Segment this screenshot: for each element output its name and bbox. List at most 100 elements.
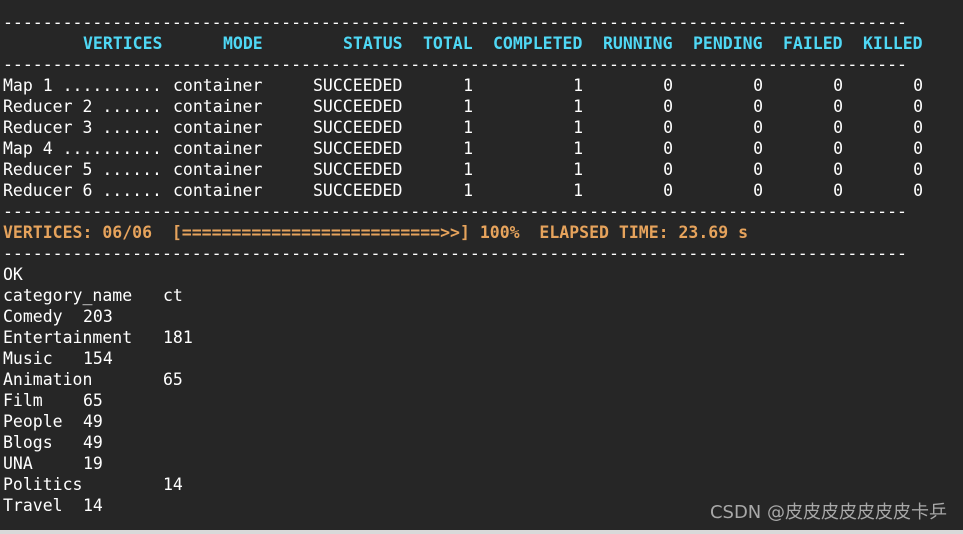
result-category: Film <box>3 391 43 410</box>
cell-failed: 0 <box>833 160 843 179</box>
cell-mode: container <box>173 97 263 116</box>
cell-completed: 1 <box>573 118 583 137</box>
vertex-row: Map 1 .......... container SUCCEEDED 1 1 0 0 0 0 <box>3 75 963 96</box>
result-row: Music 154 <box>3 348 963 369</box>
result-category: Comedy <box>3 307 63 326</box>
vertex-row: Reducer 3 ...... container SUCCEEDED 1 1 0 0 0 0 <box>3 117 963 138</box>
header-running: RUNNING <box>603 34 673 53</box>
cell-failed: 0 <box>833 76 843 95</box>
csdn-watermark: CSDN @皮皮皮皮皮皮皮卡乒 <box>709 502 947 523</box>
cell-mode: container <box>173 118 263 137</box>
result-row: Comedy 203 <box>3 306 963 327</box>
result-row: Entertainment 181 <box>3 327 963 348</box>
vertex-row: Reducer 2 ...... container SUCCEEDED 1 1 0 0 0 0 <box>3 96 963 117</box>
result-count: 154 <box>83 349 113 368</box>
cell-status: SUCCEEDED <box>313 76 403 95</box>
result-category: Animation <box>3 370 93 389</box>
cell-completed: 1 <box>573 139 583 158</box>
ok-status: OK <box>3 265 23 284</box>
separator-line: ----------------------------------------… <box>3 13 907 32</box>
cell-pending: 0 <box>753 76 763 95</box>
result-count: 65 <box>83 391 103 410</box>
cell-total: 1 <box>463 160 473 179</box>
result-row: Animation 65 <box>3 369 963 390</box>
result-row: Politics 14 <box>3 474 963 495</box>
header-status: STATUS <box>343 34 403 53</box>
result-category: Music <box>3 349 53 368</box>
cell-pending: 0 <box>753 97 763 116</box>
vertex-row: Reducer 6 ...... container SUCCEEDED 1 1 0 0 0 0 <box>3 180 963 201</box>
cell-running: 0 <box>663 76 673 95</box>
result-category: Entertainment <box>3 328 133 347</box>
cell-mode: container <box>173 160 263 179</box>
cell-total: 1 <box>463 181 473 200</box>
cell-mode: container <box>173 76 263 95</box>
header-mode: MODE <box>223 34 263 53</box>
cell-total: 1 <box>463 139 473 158</box>
cell-failed: 0 <box>833 181 843 200</box>
cell-running: 0 <box>663 139 673 158</box>
header-killed: KILLED <box>863 34 923 53</box>
cell-vertex: Reducer 3 ...... <box>3 118 162 137</box>
cell-killed: 0 <box>913 118 923 137</box>
cell-mode: container <box>173 139 263 158</box>
cell-killed: 0 <box>913 181 923 200</box>
cell-pending: 0 <box>753 139 763 158</box>
cell-status: SUCCEEDED <box>313 97 403 116</box>
cell-completed: 1 <box>573 160 583 179</box>
result-category: Blogs <box>3 433 53 452</box>
window-bottom-edge <box>0 530 963 534</box>
result-count: 49 <box>83 433 103 452</box>
cell-status: SUCCEEDED <box>313 139 403 158</box>
result-count: 19 <box>83 454 103 473</box>
progress-line: VERTICES: 06/06 [=======================… <box>3 223 749 242</box>
cell-running: 0 <box>663 97 673 116</box>
header-vertices: VERTICES <box>83 34 163 53</box>
result-count: 49 <box>83 412 103 431</box>
cell-total: 1 <box>463 118 473 137</box>
cell-running: 0 <box>663 160 673 179</box>
cell-pending: 0 <box>753 181 763 200</box>
cell-completed: 1 <box>573 76 583 95</box>
cell-vertex: Reducer 6 ...... <box>3 181 162 200</box>
result-row: Film 65 <box>3 390 963 411</box>
result-count: 203 <box>83 307 113 326</box>
result-row: Blogs 49 <box>3 432 963 453</box>
vertices-table-body: Map 1 .......... container SUCCEEDED 1 1 0 0 0 0… <box>3 75 963 201</box>
header-completed: COMPLETED <box>493 34 583 53</box>
cell-mode: container <box>173 181 263 200</box>
result-header-ct: ct <box>163 286 183 305</box>
vertices-table-header: VERTICES MODE STATUS TOTAL COMPLETED RUN… <box>3 33 963 54</box>
cell-killed: 0 <box>913 160 923 179</box>
cell-status: SUCCEEDED <box>313 160 403 179</box>
cell-pending: 0 <box>753 118 763 137</box>
result-header-name: category_name <box>3 286 133 305</box>
cell-killed: 0 <box>913 76 923 95</box>
header-pending: PENDING <box>693 34 763 53</box>
cell-completed: 1 <box>573 97 583 116</box>
vertex-row: Map 4 .......... container SUCCEEDED 1 1 0 0 0 0 <box>3 138 963 159</box>
cell-status: SUCCEEDED <box>313 181 403 200</box>
result-category: People <box>3 412 63 431</box>
separator-line: ----------------------------------------… <box>3 244 907 263</box>
header-failed: FAILED <box>783 34 843 53</box>
result-count: 181 <box>163 328 193 347</box>
header-total: TOTAL <box>423 34 473 53</box>
result-count: 14 <box>83 496 103 515</box>
result-row: UNA 19 <box>3 453 963 474</box>
cell-status: SUCCEEDED <box>313 118 403 137</box>
result-list: Comedy 203 Entertainment 181 Music 154 Animati… <box>3 306 963 516</box>
result-header: category_name ct <box>3 285 963 306</box>
cell-running: 0 <box>663 181 673 200</box>
result-category: Travel <box>3 496 63 515</box>
cell-vertex: Reducer 2 ...... <box>3 97 162 116</box>
terminal-output[interactable]: ----------------------------------------… <box>3 12 963 532</box>
cell-failed: 0 <box>833 118 843 137</box>
result-count: 14 <box>163 475 183 494</box>
cell-total: 1 <box>463 97 473 116</box>
cell-vertex: Map 1 .......... <box>3 76 162 95</box>
cell-running: 0 <box>663 118 673 137</box>
result-category: UNA <box>3 454 33 473</box>
result-count: 65 <box>163 370 183 389</box>
cell-killed: 0 <box>913 139 923 158</box>
